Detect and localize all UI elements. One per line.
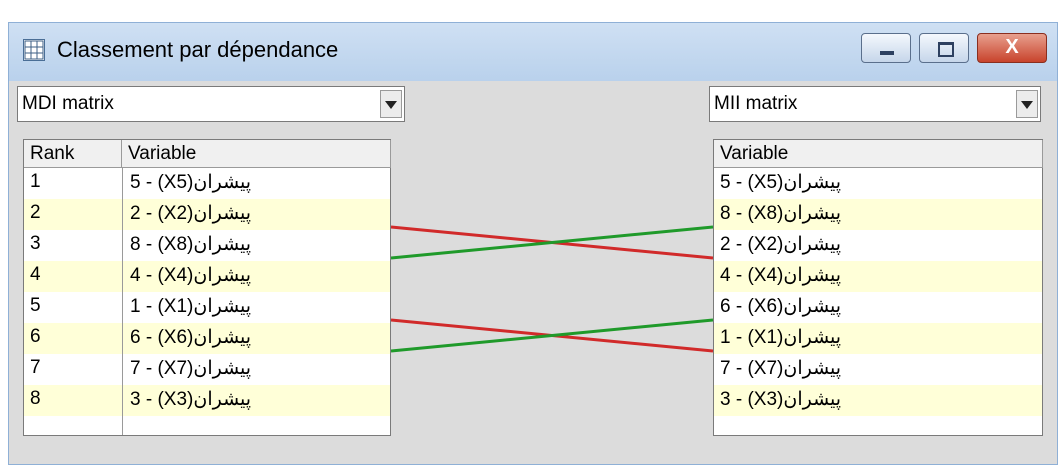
- table-row[interactable]: 1 5 - (X5)پیشران: [24, 168, 390, 199]
- variable-cell: 4 - (X4)پیشران: [130, 265, 252, 286]
- mii-matrix-select-value: MII matrix: [714, 93, 798, 114]
- mii-matrix-select[interactable]: MII matrix: [709, 86, 1041, 122]
- variable-cell: 6 - (X6)پیشران: [720, 296, 842, 317]
- mii-ranking-table: Variable 5 - (X5)پیشران 8 - (X8)پیشران 2 -…: [713, 139, 1043, 436]
- variable-cell: 3 - (X3)پیشران: [720, 389, 842, 410]
- variable-cell: 5 - (X5)پیشران: [130, 172, 252, 193]
- rank-cell: 5: [30, 295, 41, 316]
- table-row[interactable]: 3 - (X3)پیشران: [714, 385, 1042, 416]
- table-row[interactable]: 5 - (X5)پیشران: [714, 168, 1042, 199]
- rank-cell: 4: [30, 264, 41, 285]
- close-button[interactable]: X: [977, 33, 1047, 63]
- chevron-down-icon[interactable]: [1016, 90, 1038, 118]
- variable-cell: 8 - (X8)پیشران: [130, 234, 252, 255]
- variable-cell: 2 - (X2)پیشران: [720, 234, 842, 255]
- variable-column-header[interactable]: Variable: [122, 140, 391, 168]
- close-icon: X: [1005, 36, 1019, 58]
- ranking-window: Classement par dépendance X MDI matrix M…: [8, 22, 1058, 465]
- variable-cell: 7 - (X7)پیشران: [130, 358, 252, 379]
- maximize-button[interactable]: [919, 33, 969, 63]
- variable-cell: 5 - (X5)پیشران: [720, 172, 842, 193]
- table-row[interactable]: 1 - (X1)پیشران: [714, 323, 1042, 354]
- table-row[interactable]: 3 8 - (X8)پیشران: [24, 230, 390, 261]
- rank-column-header[interactable]: Rank: [24, 140, 122, 168]
- window-title: Classement par dépendance: [57, 37, 339, 62]
- table-row[interactable]: 2 - (X2)پیشران: [714, 230, 1042, 261]
- title-bar[interactable]: Classement par dépendance X: [9, 23, 1057, 81]
- rank-change-lines: [391, 225, 713, 353]
- variable-cell: 1 - (X1)پیشران: [720, 327, 842, 348]
- table-row[interactable]: 7 7 - (X7)پیشران: [24, 354, 390, 385]
- mdi-ranking-table: Rank Variable 1 5 - (X5)پیشران 2 2 - (X2)پی…: [23, 139, 391, 436]
- chevron-down-icon[interactable]: [380, 90, 402, 118]
- table-row[interactable]: 2 2 - (X2)پیشران: [24, 199, 390, 230]
- mdi-matrix-select[interactable]: MDI matrix: [17, 86, 405, 122]
- rank-cell: 8: [30, 388, 41, 409]
- rank-cell: 3: [30, 233, 41, 254]
- rank-cell: 1: [30, 171, 41, 192]
- variable-cell: 3 - (X3)پیشران: [130, 389, 252, 410]
- column-divider: [122, 168, 123, 435]
- table-row[interactable]: 6 6 - (X6)پیشران: [24, 323, 390, 354]
- variable-cell: 2 - (X2)پیشران: [130, 203, 252, 224]
- mdi-matrix-select-value: MDI matrix: [22, 93, 114, 114]
- table-row[interactable]: 8 - (X8)پیشران: [714, 199, 1042, 230]
- variable-cell: 4 - (X4)پیشران: [720, 265, 842, 286]
- table-row[interactable]: 4 4 - (X4)پیشران: [24, 261, 390, 292]
- variable-column-header[interactable]: Variable: [714, 140, 1043, 168]
- minimize-icon: [880, 51, 894, 55]
- rank-cell: 7: [30, 357, 41, 378]
- rank-cell: 2: [30, 202, 41, 223]
- table-row[interactable]: 6 - (X6)پیشران: [714, 292, 1042, 323]
- minimize-button[interactable]: [861, 33, 911, 63]
- table-row[interactable]: 4 - (X4)پیشران: [714, 261, 1042, 292]
- maximize-icon: [938, 42, 954, 57]
- variable-cell: 1 - (X1)پیشران: [130, 296, 252, 317]
- variable-cell: 6 - (X6)پیشران: [130, 327, 252, 348]
- table-row[interactable]: 5 1 - (X1)پیشران: [24, 292, 390, 323]
- table-row[interactable]: 8 3 - (X3)پیشران: [24, 385, 390, 416]
- variable-cell: 7 - (X7)پیشران: [720, 358, 842, 379]
- rank-cell: 6: [30, 326, 41, 347]
- variable-cell: 8 - (X8)پیشران: [720, 203, 842, 224]
- table-row[interactable]: 7 - (X7)پیشران: [714, 354, 1042, 385]
- table-icon: [23, 39, 45, 61]
